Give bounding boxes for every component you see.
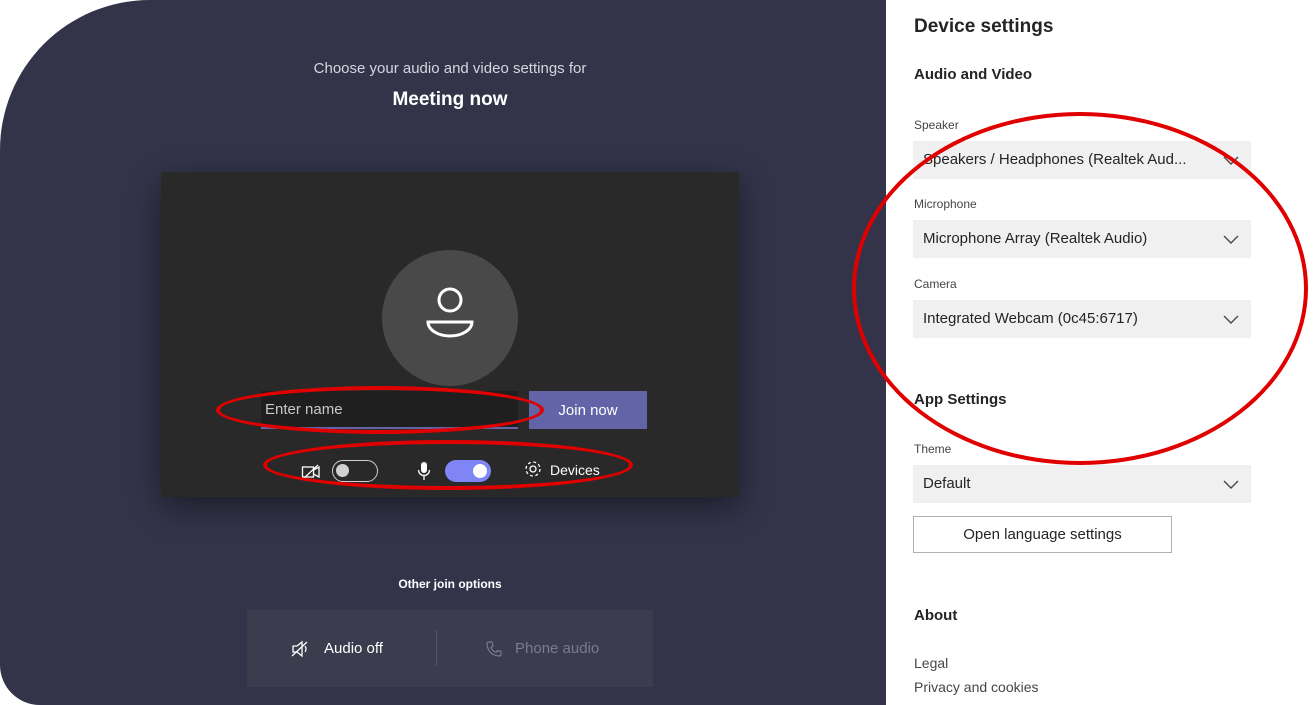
device-settings-title: Device settings <box>914 16 1054 37</box>
audio-off-option[interactable]: Audio off <box>324 640 383 657</box>
audio-video-heading: Audio and Video <box>914 66 1033 83</box>
camera-toggle-knob <box>336 464 349 477</box>
speaker-value: Speakers / Headphones (Realtek Aud... <box>923 151 1187 168</box>
choose-settings-text: Choose your audio and video settings for <box>313 60 587 77</box>
camera-label: Camera <box>914 277 957 291</box>
other-join-options: Audio off Phone audio <box>247 610 653 687</box>
video-preview: Join now Devices <box>161 172 739 497</box>
camera-off-icon[interactable] <box>301 463 321 481</box>
chevron-down-icon <box>1223 315 1239 324</box>
privacy-cookies-link[interactable]: Privacy and cookies <box>914 679 1039 695</box>
device-settings-panel: Device settings Audio and Video Speaker … <box>886 0 1313 705</box>
microphone-value: Microphone Array (Realtek Audio) <box>923 230 1148 247</box>
theme-value: Default <box>923 475 971 492</box>
phone-icon <box>486 641 502 657</box>
app-settings-heading: App Settings <box>914 391 1007 408</box>
chevron-down-icon <box>1223 480 1239 489</box>
speaker-off-icon <box>291 640 308 658</box>
microphone-icon[interactable] <box>417 461 431 481</box>
gear-icon[interactable] <box>523 459 543 479</box>
meeting-title: Meeting now <box>392 89 508 110</box>
chevron-down-icon <box>1223 235 1239 244</box>
other-join-options-title: Other join options <box>398 577 502 591</box>
person-icon <box>426 287 474 338</box>
devices-button[interactable]: Devices <box>550 462 600 478</box>
microphone-toggle-knob <box>473 464 487 478</box>
microphone-toggle[interactable] <box>445 460 491 482</box>
speaker-dropdown[interactable]: Speakers / Headphones (Realtek Aud... <box>913 141 1251 179</box>
theme-label: Theme <box>914 442 952 456</box>
speaker-label: Speaker <box>914 118 959 132</box>
phone-audio-option[interactable]: Phone audio <box>515 640 599 657</box>
camera-toggle[interactable] <box>332 460 378 482</box>
legal-link[interactable]: Legal <box>914 655 948 671</box>
name-input[interactable] <box>261 391 518 429</box>
chevron-down-icon <box>1223 156 1239 165</box>
theme-dropdown[interactable]: Default <box>913 465 1251 503</box>
camera-dropdown[interactable]: Integrated Webcam (0c45:6717) <box>913 300 1251 338</box>
microphone-label: Microphone <box>914 197 977 211</box>
avatar <box>382 250 518 386</box>
prejoin-stage: Choose your audio and video settings for… <box>0 0 886 705</box>
about-heading: About <box>914 607 958 624</box>
open-language-settings-button[interactable]: Open language settings <box>913 516 1172 553</box>
microphone-dropdown[interactable]: Microphone Array (Realtek Audio) <box>913 220 1251 258</box>
camera-value: Integrated Webcam (0c45:6717) <box>923 310 1138 327</box>
join-now-button[interactable]: Join now <box>529 391 647 429</box>
options-divider <box>436 630 437 666</box>
